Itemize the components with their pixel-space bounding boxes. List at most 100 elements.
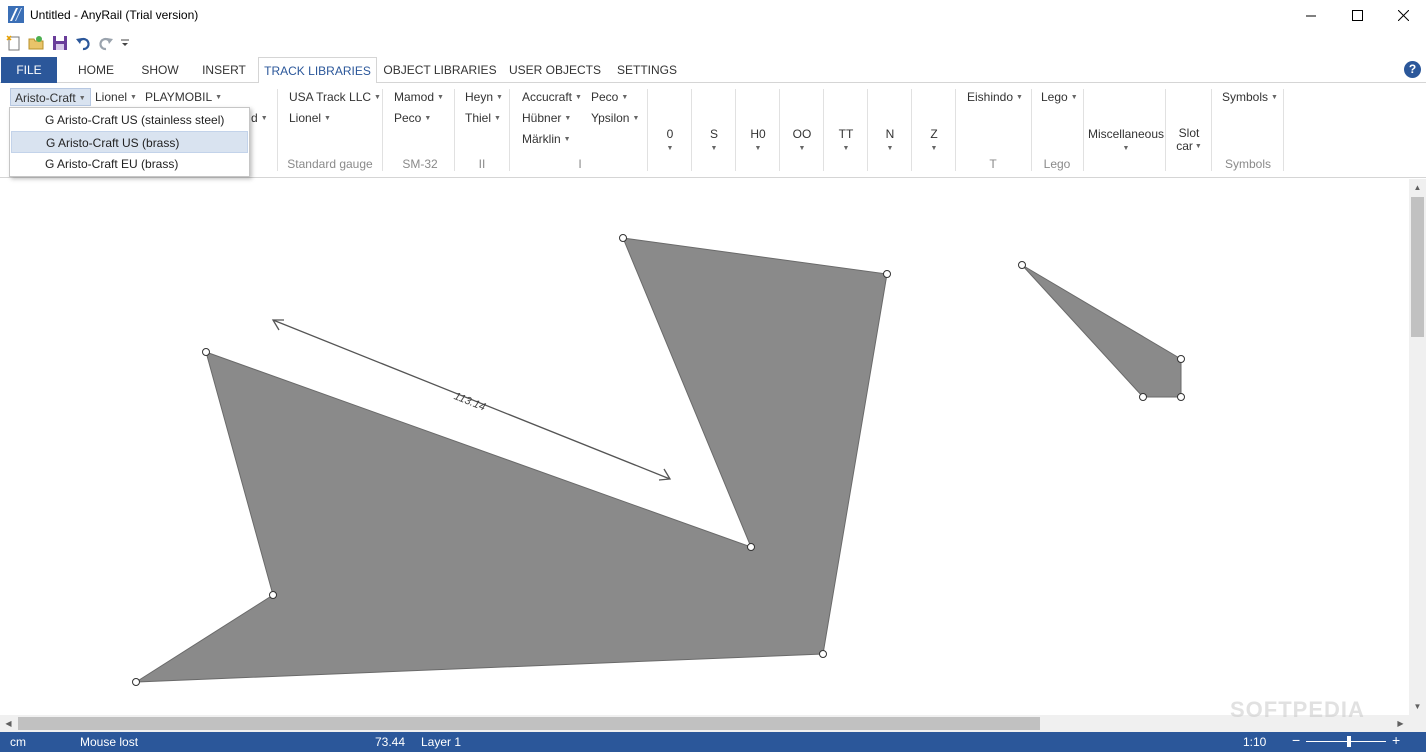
vertex-handle[interactable]: [1018, 261, 1026, 269]
menu-item-aristo-us-stainless[interactable]: G Aristo-Craft US (stainless steel): [11, 109, 248, 131]
scroll-right-icon[interactable]: ▶: [1392, 715, 1409, 732]
anyrail-app-icon: [8, 6, 24, 23]
mamod-button[interactable]: Mamod ▼: [390, 88, 448, 106]
measurement-label: 113.14: [452, 390, 487, 413]
maximize-icon: [1351, 10, 1363, 21]
ypsilon-button[interactable]: Ypsilon ▼: [587, 109, 643, 127]
vertex-handle[interactable]: [819, 650, 827, 658]
maximize-button[interactable]: [1334, 0, 1380, 31]
open-file-icon[interactable]: [27, 34, 45, 52]
scale-n-button[interactable]: N ▼: [873, 127, 907, 152]
group-separator: [277, 89, 278, 171]
tab-home[interactable]: HOME: [66, 57, 126, 83]
large-polygon-shape[interactable]: [134, 237, 888, 683]
vertex-handle[interactable]: [1177, 355, 1185, 363]
chevron-down-icon: ▼: [437, 94, 444, 101]
scroll-down-icon[interactable]: ▼: [1409, 698, 1426, 715]
zoom-out-button[interactable]: −: [1292, 732, 1300, 748]
ribbon-tabs: FILE HOME SHOW INSERT TRACK LIBRARIES OB…: [0, 57, 1426, 84]
peco-i-button[interactable]: Peco ▼: [587, 88, 632, 106]
hubner-button[interactable]: Hübner ▼: [518, 109, 575, 127]
tab-show[interactable]: SHOW: [130, 57, 190, 83]
chevron-down-icon: ▼: [564, 115, 572, 122]
miscellaneous-button[interactable]: Miscellaneous ▼: [1086, 127, 1166, 152]
group-separator: [955, 89, 956, 171]
vertical-scrollbar[interactable]: ▲ ▼: [1409, 179, 1426, 715]
vertex-handle[interactable]: [747, 543, 755, 551]
close-icon: [1397, 10, 1409, 21]
menu-item-aristo-us-brass[interactable]: G Aristo-Craft US (brass): [11, 131, 248, 153]
lionel-g-button[interactable]: Lionel ▼: [91, 88, 141, 106]
chevron-down-icon: ▼: [798, 145, 806, 152]
lionel-standard-button[interactable]: Lionel ▼: [285, 109, 335, 127]
thiel-button[interactable]: Thiel ▼: [461, 109, 505, 127]
horizontal-scrollbar[interactable]: ◀ ▶: [0, 715, 1409, 732]
new-file-icon[interactable]: [5, 34, 23, 52]
scale-tt-button[interactable]: TT ▼: [829, 127, 863, 152]
customize-dropdown-icon[interactable]: [116, 34, 134, 52]
group-label-t: T: [989, 157, 997, 171]
chevron-down-icon: ▼: [1016, 94, 1023, 101]
small-polygon-shape[interactable]: [1021, 264, 1182, 398]
close-button[interactable]: [1380, 0, 1426, 31]
chevron-down-icon: ▼: [1271, 94, 1278, 101]
vertex-handle[interactable]: [883, 270, 891, 278]
chevron-down-icon: ▼: [666, 145, 674, 152]
chevron-down-icon: ▼: [930, 145, 938, 152]
chevron-down-icon: ▼: [632, 115, 640, 122]
chevron-down-icon: ▼: [621, 94, 629, 101]
chevron-down-icon: ▼: [496, 94, 503, 101]
hidden-g-button[interactable]: d ▼: [247, 109, 272, 127]
slot-car-button[interactable]: Slot car ▼: [1170, 127, 1208, 153]
tab-file[interactable]: FILE: [1, 57, 57, 83]
chevron-down-icon: ▼: [130, 94, 137, 101]
help-icon[interactable]: ?: [1404, 61, 1421, 78]
zoom-slider-thumb[interactable]: [1347, 736, 1351, 747]
chevron-down-icon: ▼: [842, 145, 850, 152]
vertex-handle[interactable]: [619, 234, 627, 242]
zoom-in-button[interactable]: +: [1392, 732, 1400, 748]
menu-item-aristo-eu-brass[interactable]: G Aristo-Craft EU (brass): [11, 153, 248, 175]
heyn-button[interactable]: Heyn ▼: [461, 88, 507, 106]
vertex-handle[interactable]: [1177, 393, 1185, 401]
eishindo-button[interactable]: Eishindo ▼: [963, 88, 1027, 106]
undo-icon[interactable]: [74, 34, 92, 52]
scale-0-button[interactable]: 0 ▼: [653, 127, 687, 152]
horizontal-scroll-thumb[interactable]: [18, 717, 1040, 730]
lego-button[interactable]: Lego ▼: [1037, 88, 1082, 106]
scale-z-button[interactable]: Z ▼: [917, 127, 951, 152]
tab-track-libraries[interactable]: TRACK LIBRARIES: [258, 57, 377, 84]
vertex-handle[interactable]: [132, 678, 140, 686]
title-bar: Untitled - AnyRail (Trial version): [0, 0, 1426, 31]
aristo-craft-dropdown-menu: G Aristo-Craft US (stainless steel) G Ar…: [9, 107, 250, 177]
status-bar: cm Mouse lost 73.44 Layer 1 1:10 − +: [0, 732, 1426, 752]
save-icon[interactable]: [51, 34, 69, 52]
tab-settings[interactable]: SETTINGS: [612, 57, 682, 83]
vertex-handle[interactable]: [269, 591, 277, 599]
vertical-scroll-thumb[interactable]: [1411, 197, 1424, 337]
tab-insert[interactable]: INSERT: [194, 57, 254, 83]
redo-icon[interactable]: [97, 34, 115, 52]
tab-object-libraries[interactable]: OBJECT LIBRARIES: [383, 57, 497, 83]
scale-s-button[interactable]: S ▼: [697, 127, 731, 152]
scroll-left-icon[interactable]: ◀: [0, 715, 17, 732]
scroll-up-icon[interactable]: ▲: [1409, 179, 1426, 196]
marklin-button[interactable]: Märklin ▼: [518, 130, 575, 148]
chevron-down-icon: ▼: [324, 115, 331, 122]
chevron-down-icon: ▼: [260, 115, 268, 122]
minimize-button[interactable]: [1288, 0, 1334, 31]
symbols-button[interactable]: Symbols ▼: [1218, 88, 1282, 106]
accucraft-button[interactable]: Accucraft ▼: [518, 88, 586, 106]
vertex-handle[interactable]: [202, 348, 210, 356]
scale-oo-button[interactable]: OO ▼: [785, 127, 819, 152]
tab-user-objects[interactable]: USER OBJECTS: [506, 57, 604, 83]
peco-sm32-button[interactable]: Peco ▼: [390, 109, 435, 127]
zoom-slider-track[interactable]: [1306, 741, 1386, 742]
aristo-craft-button[interactable]: Aristo-Craft ▼: [10, 88, 91, 106]
group-separator: [1283, 89, 1284, 171]
vertex-handle[interactable]: [1139, 393, 1147, 401]
playmobil-button[interactable]: PLAYMOBIL ▼: [141, 88, 226, 106]
drawing-canvas[interactable]: 113.14: [0, 179, 1409, 715]
scale-h0-button[interactable]: H0 ▼: [741, 127, 775, 152]
usa-track-llc-button[interactable]: USA Track LLC ▼: [285, 88, 385, 106]
